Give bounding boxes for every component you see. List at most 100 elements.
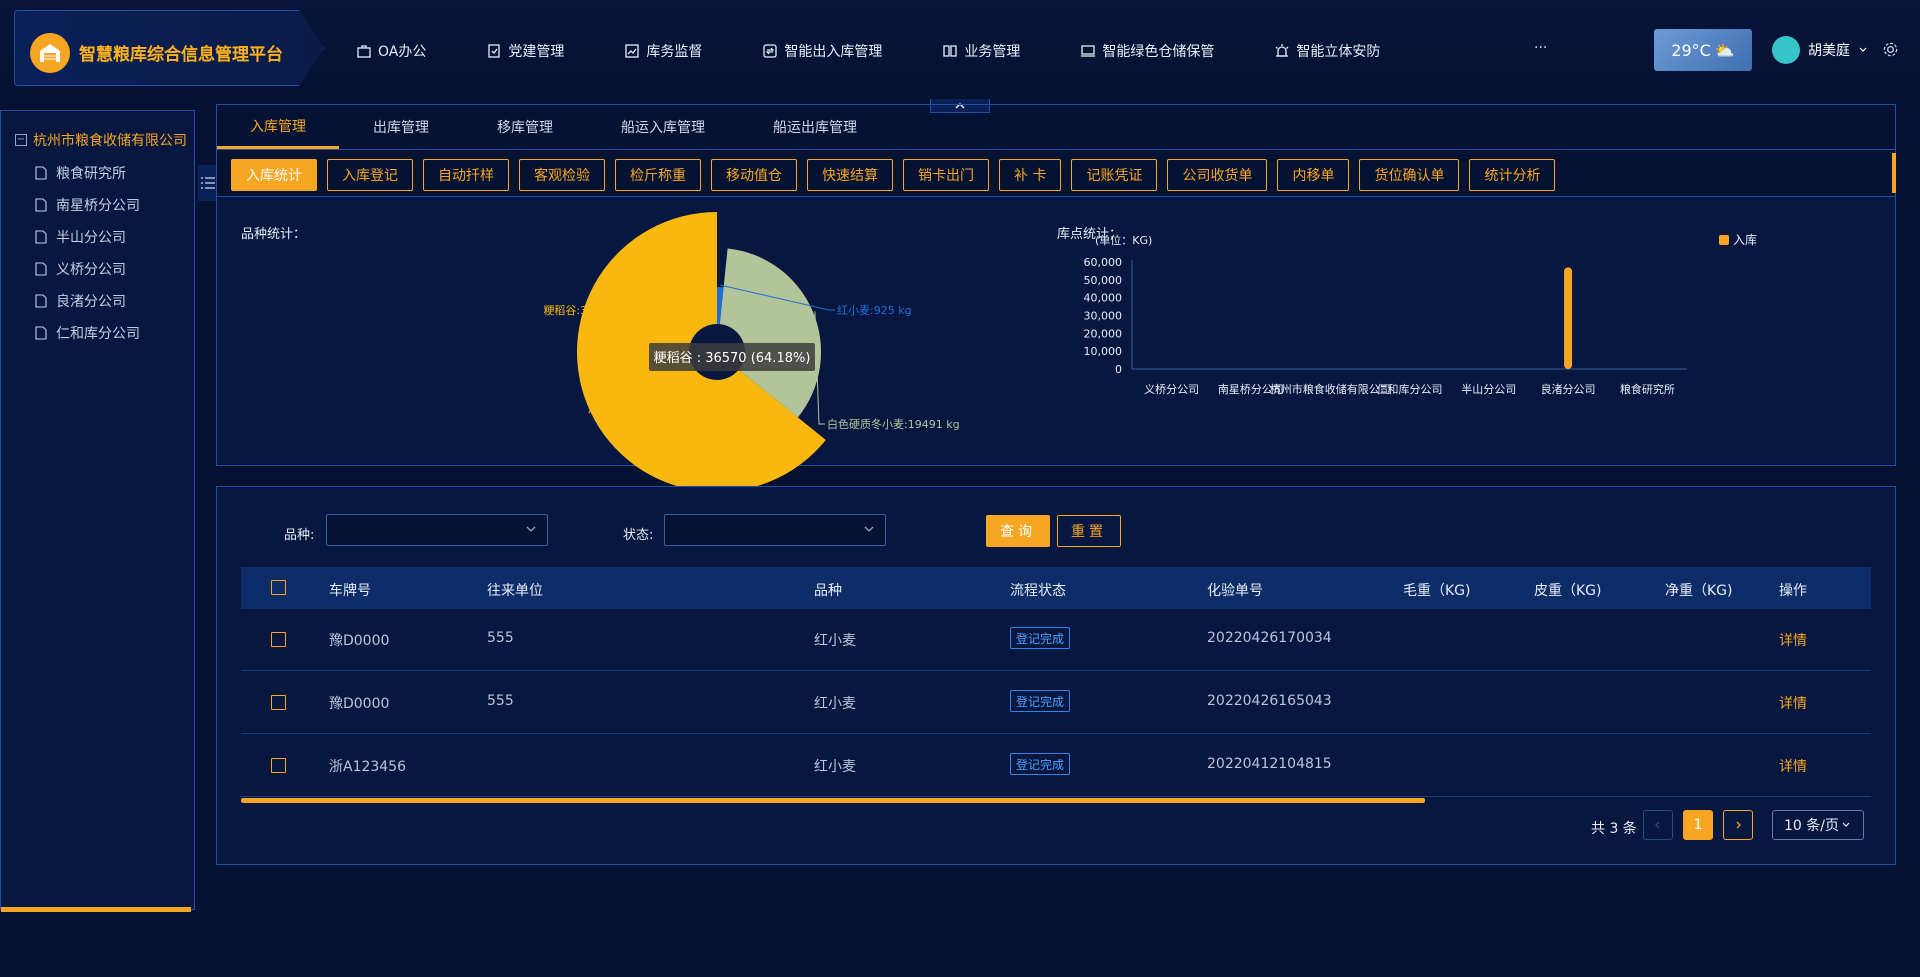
y-tick-label: 30,000 <box>1084 310 1123 323</box>
y-tick-label: 50,000 <box>1084 274 1123 287</box>
prev-page-button[interactable] <box>1643 810 1673 840</box>
cell-variety: 红小麦 <box>814 696 856 712</box>
partly-cloudy-icon: ⛅ <box>1714 40 1735 60</box>
tree-item[interactable]: 仁和库分公司 <box>35 323 140 343</box>
y-tick-label: 10,000 <box>1084 345 1123 358</box>
cell-plate: 浙A123456 <box>329 759 407 775</box>
sidebar-scrollbar[interactable] <box>1 907 191 912</box>
status-filter-label: 状态: <box>623 528 654 543</box>
bar[interactable] <box>1564 267 1573 369</box>
cell-plate: 豫D0000 <box>329 696 390 712</box>
cell-variety: 红小麦 <box>814 633 856 649</box>
pie-label: 红小麦:925 kg <box>837 304 912 317</box>
pagination-total: 共 3 条 <box>1591 821 1637 837</box>
x-tick-label: 义桥分公司 <box>1144 383 1199 396</box>
nav-depot-supervision[interactable]: 库务监督 <box>598 32 728 70</box>
variety-stats-title: 品种统计： <box>241 227 307 242</box>
th-variety: 品种 <box>814 583 842 599</box>
subtab-mobile-warehouse[interactable]: 移动值仓 <box>711 159 797 191</box>
status-select[interactable] <box>664 514 886 546</box>
subtab-internal-transfer[interactable]: 内移单 <box>1277 159 1350 191</box>
detail-link[interactable]: 详情 <box>1779 756 1807 776</box>
tree-item[interactable]: 良渚分公司 <box>35 291 126 311</box>
chevron-down-icon <box>1842 822 1850 827</box>
user-menu[interactable]: 胡美庭 <box>1772 36 1868 64</box>
y-tick-label: 60,000 <box>1084 256 1123 269</box>
tree-item[interactable]: 粮食研究所 <box>35 163 126 183</box>
status-badge: 登记完成 <box>1010 627 1071 649</box>
tree-item[interactable]: 义桥分公司 <box>35 259 126 279</box>
file-icon <box>35 230 47 244</box>
query-button[interactable]: 查询 <box>986 515 1050 547</box>
table-row: 豫D0000 555 红小麦 登记完成 20220426165043 详情 <box>241 672 1871 734</box>
shield-doc-icon <box>488 44 501 58</box>
detail-link[interactable]: 详情 <box>1779 630 1807 650</box>
top-header: 智慧粮库综合信息管理平台 OA办公 党建管理 库务监督 智能出入库管理 业务管理… <box>0 0 1920 95</box>
monitor-icon <box>1081 45 1096 57</box>
tab-inbound[interactable]: 入库管理 <box>217 105 339 149</box>
subtab-reissue-card[interactable]: 补 卡 <box>999 159 1062 191</box>
row-checkbox[interactable] <box>271 758 286 773</box>
exchange-icon <box>763 44 778 58</box>
subtab-inbound-register[interactable]: 入库登记 <box>327 159 413 191</box>
nav-security[interactable]: 智能立体安防 <box>1248 32 1406 70</box>
cell-lab-no: 20220412104815 <box>1207 756 1332 772</box>
subtab-auto-sampling[interactable]: 自动扦样 <box>423 159 509 191</box>
tree-item[interactable]: 南星桥分公司 <box>35 195 140 215</box>
nav-business[interactable]: 业务管理 <box>916 32 1046 70</box>
nav-oa[interactable]: OA办公 <box>330 32 452 70</box>
cell-lab-no: 20220426170034 <box>1207 630 1332 646</box>
subtab-objective-inspection[interactable]: 客观检验 <box>519 159 605 191</box>
variety-select[interactable] <box>326 514 548 546</box>
collapse-minus-icon[interactable]: − <box>15 134 27 146</box>
tree-item[interactable]: 半山分公司 <box>35 227 126 247</box>
table-header: 车牌号 往来单位 品种 流程状态 化验单号 毛重（KG) 皮重（KG) 净重（K… <box>241 567 1871 609</box>
row-checkbox[interactable] <box>271 695 286 710</box>
charts-panel: 品种统计： 库点统计： 粳稻谷:36570 kg 红小麦:925 kg 白色硬质冬小… <box>216 196 1896 492</box>
y-tick-label: 40,000 <box>1084 292 1123 305</box>
subtab-statistics[interactable]: 统计分析 <box>1469 159 1556 191</box>
tree-root[interactable]: − 杭州市粮食收储有限公司 <box>15 130 187 150</box>
subtab-quick-settlement[interactable]: 快速结算 <box>807 159 893 191</box>
th-unit: 往来单位 <box>487 583 543 599</box>
app-title: 智慧粮库综合信息管理平台 <box>79 45 283 65</box>
subtab-weighing[interactable]: 检斤称重 <box>615 159 701 191</box>
gear-icon[interactable] <box>1882 41 1899 58</box>
subtab-inbound-stats[interactable]: 入库统计 <box>231 159 317 191</box>
user-name: 胡美庭 <box>1808 43 1850 59</box>
select-all-checkbox[interactable] <box>271 580 286 595</box>
main-nav: OA办公 党建管理 库务监督 智能出入库管理 业务管理 智能绿色仓储保管 智能立… <box>330 32 1414 70</box>
tree-item-label: 仁和库分公司 <box>56 326 140 342</box>
page-size-select[interactable]: 10 条/页 <box>1772 810 1864 840</box>
status-badge: 登记完成 <box>1010 690 1071 712</box>
page-button-current[interactable]: 1 <box>1683 810 1713 840</box>
reset-button[interactable]: 重置 <box>1057 515 1121 547</box>
line-chart-icon <box>625 44 640 58</box>
subtab-location-confirm[interactable]: 货位确认单 <box>1359 159 1460 191</box>
chevron-left-icon <box>1655 821 1660 829</box>
tab-ship-outbound[interactable]: 船运出库管理 <box>739 105 891 149</box>
sidebar-toggle-button[interactable] <box>198 165 218 201</box>
briefcase-icon <box>357 45 371 58</box>
detail-link[interactable]: 详情 <box>1779 693 1807 713</box>
row-checkbox[interactable] <box>271 632 286 647</box>
tab-transfer[interactable]: 移库管理 <box>463 105 587 149</box>
nav-smart-inout[interactable]: 智能出入库管理 <box>736 32 908 70</box>
nav-more-button[interactable]: ··· <box>1534 40 1547 56</box>
page-size-label: 10 条/页 <box>1784 818 1839 834</box>
subtab-receipt[interactable]: 公司收货单 <box>1167 159 1268 191</box>
alarm-icon <box>1275 44 1289 57</box>
cell-lab-no: 20220426165043 <box>1207 693 1332 709</box>
nav-party-building[interactable]: 党建管理 <box>460 32 590 70</box>
nav-green-storage[interactable]: 智能绿色仓储保管 <box>1054 32 1240 70</box>
file-icon <box>35 262 47 276</box>
file-icon <box>35 294 47 308</box>
subtab-voucher[interactable]: 记账凭证 <box>1071 159 1158 191</box>
subtab-card-exit[interactable]: 销卡出门 <box>903 159 989 191</box>
x-tick-label: 良渚分公司 <box>1541 382 1596 396</box>
tab-outbound[interactable]: 出库管理 <box>339 105 463 149</box>
next-page-button[interactable] <box>1723 810 1753 840</box>
table-horizontal-scrollbar[interactable] <box>241 798 1425 803</box>
tab-ship-inbound[interactable]: 船运入库管理 <box>587 105 739 149</box>
nav-label: 智能立体安防 <box>1296 44 1381 60</box>
